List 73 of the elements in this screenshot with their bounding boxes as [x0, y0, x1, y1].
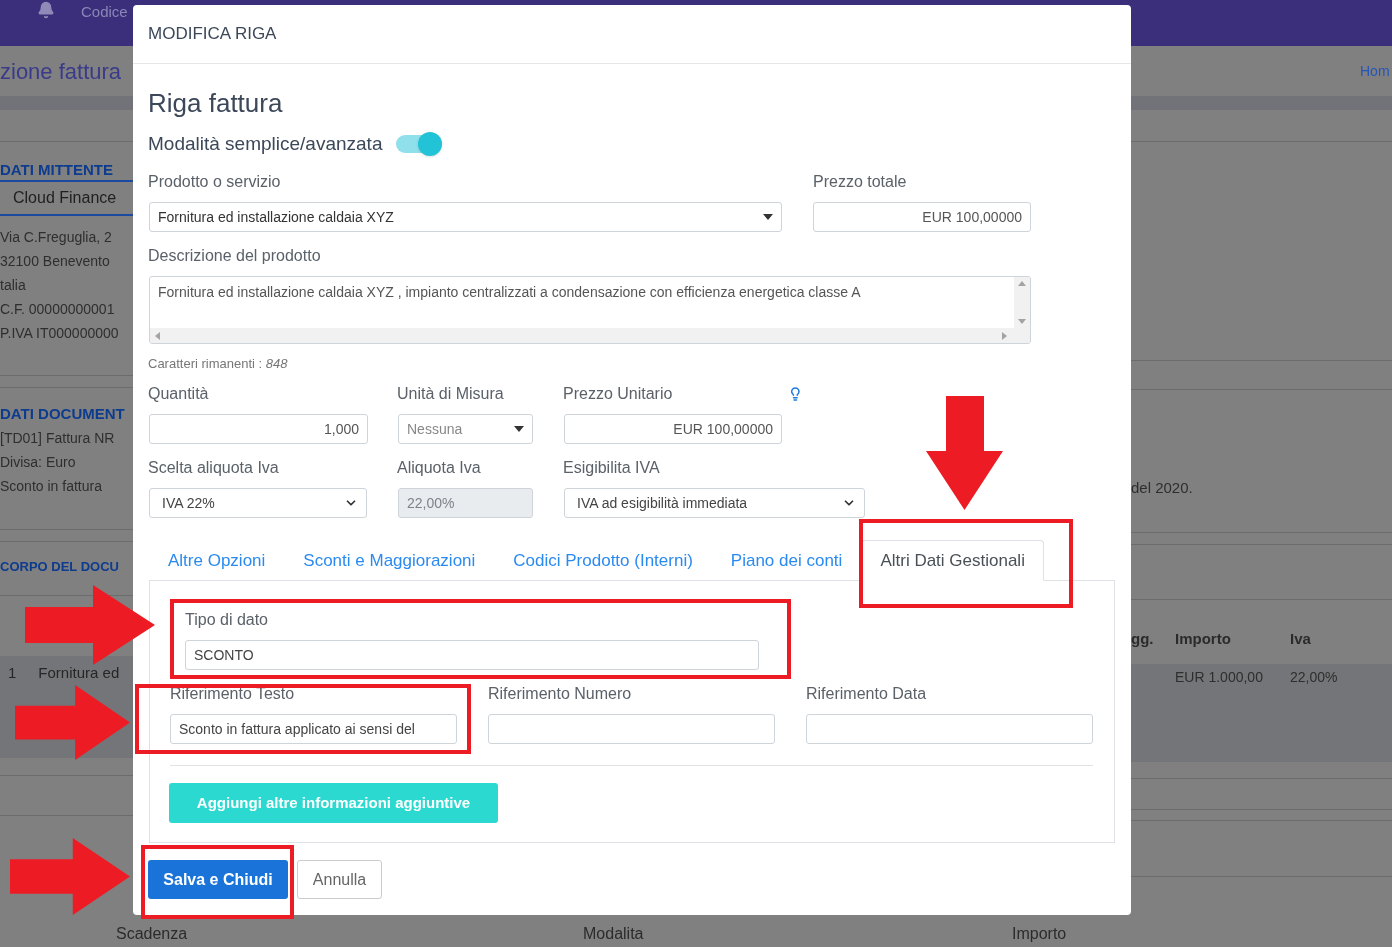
table-cell: Fornitura ed — [38, 663, 120, 683]
field-label: Prezzo totale — [813, 172, 907, 192]
field-label: Descrizione del prodotto — [148, 246, 322, 266]
remaining-characters: Caratteri rimanenti : 848 — [148, 356, 289, 372]
column-header: Iva — [1290, 629, 1311, 649]
tab[interactable]: Altre Opzioni — [149, 540, 285, 581]
caret-icon — [514, 426, 524, 432]
arrow-icon — [15, 685, 130, 760]
address-line: 32100 Benevento — [0, 252, 111, 271]
bell-icon[interactable] — [37, 1, 55, 19]
address-line: P.IVA IT000000000 — [0, 324, 120, 343]
toggle-label: Modalità semplice/avanzata — [148, 131, 383, 156]
field-label: Aliquota Iva — [397, 458, 481, 478]
dropdown[interactable]: Nessuna — [398, 414, 533, 444]
scroll-right-icon[interactable] — [1002, 331, 1007, 340]
field-label: Tipo di dato — [185, 610, 269, 630]
column-header: Modalita — [583, 924, 645, 944]
description-field[interactable]: Fornitura ed installazione caldaia XYZ , impianto centralizzati a condensazione con efficienza energetica classe A — [149, 276, 1031, 344]
arrow-icon — [25, 585, 155, 665]
field-label: Riferimento Data — [806, 684, 928, 704]
scroll-down-icon[interactable] — [1018, 319, 1026, 324]
address-line: talia — [0, 276, 27, 295]
field-label: Quantità — [148, 384, 209, 404]
toggle-switch[interactable] — [396, 135, 443, 153]
document-line: Divisa: Euro — [0, 453, 77, 472]
column-header: Importo — [1012, 924, 1067, 944]
input-field[interactable]: SCONTO — [185, 640, 759, 670]
tab[interactable]: Piano dei conti — [711, 540, 862, 581]
scroll-left-icon[interactable] — [155, 331, 160, 340]
input-field[interactable]: EUR 100,00000 — [564, 414, 782, 444]
caret-icon — [763, 214, 773, 220]
cancel-button[interactable]: Annulla — [297, 860, 382, 899]
document-line: Sconto in fattura — [0, 477, 103, 496]
input-field[interactable] — [488, 714, 775, 744]
section-heading: DATI DOCUMENT — [0, 404, 126, 424]
input-field[interactable]: 1,000 — [149, 414, 368, 444]
field-label: Esigibilita IVA — [563, 458, 660, 478]
field-label: Riferimento Numero — [488, 684, 633, 704]
select-field[interactable]: IVA 22% — [149, 488, 367, 518]
field-label: Prodotto o servizio — [148, 172, 282, 192]
tab[interactable]: Altri Dati Gestionali — [861, 540, 1044, 581]
arrow-icon — [926, 396, 1003, 510]
product-dropdown[interactable]: Fornitura ed installazione caldaia XYZ — [149, 202, 782, 232]
document-line: [TD01] Fattura NR — [0, 429, 116, 448]
field-label: Unità di Misura — [397, 384, 504, 404]
page-title: zione fattura — [0, 57, 122, 86]
form-heading: Riga fattura — [148, 87, 284, 119]
top-bar-label: Codice — [81, 2, 128, 22]
address-line: Via C.Freguglia, 2 — [0, 228, 113, 247]
save-button[interactable]: Salva e Chiudi — [148, 860, 288, 899]
table-cell-text: EUR 1.000,00 — [1175, 668, 1264, 687]
scroll-up-icon[interactable] — [1018, 281, 1026, 286]
document-line: del 2020. — [1131, 478, 1194, 498]
section-heading: CORPO DEL DOCU — [0, 558, 120, 576]
tab[interactable]: Codici Prodotto (Interni) — [494, 540, 712, 581]
tab[interactable]: Sconti e Maggiorazioni — [284, 540, 495, 581]
field-label: Prezzo Unitario — [563, 384, 673, 404]
column-header: gg. — [1131, 629, 1155, 649]
tab[interactable]: Cloud Finance — [13, 186, 117, 210]
table-cell: 1 — [8, 663, 17, 683]
input-field[interactable]: Sconto in fattura applicato ai sensi del — [170, 714, 457, 744]
select-field[interactable]: IVA ad esigibilità immediata — [564, 488, 865, 518]
address-line: C.F. 00000000001 — [0, 300, 116, 319]
input-field[interactable]: EUR 100,00000 — [813, 202, 1031, 232]
lightbulb-icon[interactable] — [788, 385, 803, 403]
modal-title: MODIFICA RIGA — [148, 23, 277, 46]
column-header: Scadenza — [116, 924, 189, 944]
column-header: Importo — [1175, 629, 1232, 649]
arrow-icon — [10, 838, 130, 915]
section-heading: DATI MITTENTE — [0, 160, 115, 180]
input-field[interactable] — [806, 714, 1093, 744]
table-cell-text: 22,00% — [1290, 668, 1338, 687]
field-label: Scelta aliquota Iva — [148, 458, 279, 478]
